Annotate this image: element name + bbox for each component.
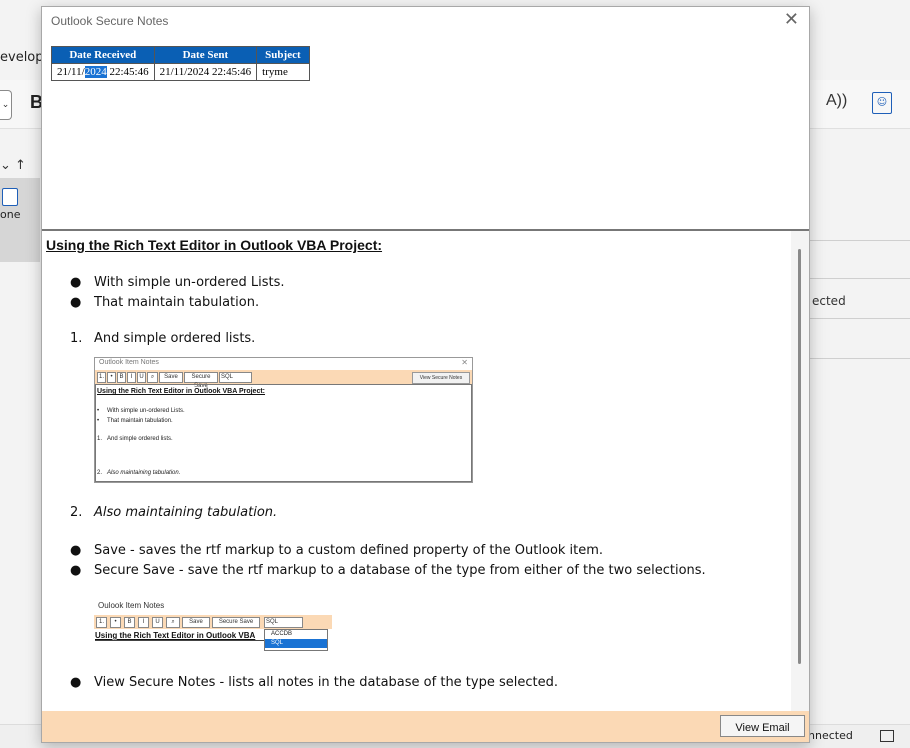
compose-icon: [2, 188, 18, 206]
list-item-text: That maintain tabulation.: [94, 295, 260, 310]
list-item: 2. Also maintaining tabulation.: [46, 503, 786, 523]
list-item: ● That maintain tabulation.: [46, 293, 786, 313]
screenshot-line: 1. And simple ordered lists.: [97, 436, 173, 442]
list-item: ● With simple un-ordered Lists.: [46, 273, 786, 293]
bullet-marker: ●: [70, 563, 82, 578]
view-icon[interactable]: [880, 730, 894, 742]
bullets-icon: •: [110, 617, 121, 628]
db-select: SQL: [264, 617, 303, 628]
bold-icon: B: [117, 372, 126, 383]
column-header-subject[interactable]: Subject: [256, 46, 310, 64]
db-select: SQL: [219, 372, 252, 383]
divider: [810, 240, 910, 241]
list-item-text: View Secure Notes - lists all notes in t…: [94, 675, 558, 690]
cell-date-sent[interactable]: 21/11/2024 22:45:46: [153, 63, 258, 81]
embedded-screenshot-editor: Outlook Item Notes ✕ 1. • B I U ⌕ Save S…: [94, 357, 473, 483]
dropdown-option-selected: SQL: [265, 639, 327, 648]
list-item: ● Secure Save - save the rtf markup to a …: [46, 561, 786, 581]
search-icon: ⌕: [147, 372, 158, 383]
number-marker: 2.: [70, 505, 83, 520]
new-note-pane[interactable]: one: [0, 178, 40, 262]
editor-content: Using the Rich Text Editor in Outlook VB…: [46, 235, 786, 693]
list-item: ected: [812, 294, 846, 308]
number-marker: 1.: [70, 331, 83, 346]
table-row[interactable]: 21/11/2024 22:45:46 21/11/2024 22:45:46 …: [51, 63, 310, 81]
save-label: Save: [159, 372, 183, 383]
screenshot-title: Outlook Item Notes: [99, 359, 159, 366]
date-received-suffix: 22:45:46: [106, 66, 149, 78]
italic-icon: I: [127, 372, 136, 383]
screenshot-heading: Using the Rich Text Editor in Outlook VB…: [97, 388, 266, 395]
italic-icon: I: [138, 617, 149, 628]
dialog-footer: View Email: [42, 711, 809, 742]
status-text: nnected: [808, 729, 853, 742]
list-item-text: And simple ordered lists.: [94, 331, 256, 346]
selected-text: 2024: [84, 66, 107, 78]
bullets-icon: •: [107, 372, 116, 383]
pane-label: one: [0, 208, 21, 221]
rich-text-editor[interactable]: Using the Rich Text Editor in Outlook VB…: [42, 231, 809, 712]
list-item-text: Save - saves the rtf markup to a custom …: [94, 543, 604, 558]
numbering-icon: 1.: [97, 372, 106, 383]
list-item: ● View Secure Notes - lists all notes in …: [46, 673, 786, 693]
view-email-button[interactable]: View Email: [720, 715, 805, 737]
cell-date-received[interactable]: 21/11/2024 22:45:46: [51, 63, 155, 81]
close-icon[interactable]: ✕: [784, 10, 799, 30]
screenshot-toolbar: 1. • B I U ⌕ Save Secure Save SQL: [94, 615, 332, 629]
date-received-prefix: 21/11/: [57, 66, 85, 78]
notes-list-area: Date Received Date Sent Subject 21/11/20…: [42, 35, 809, 231]
numbering-icon: 1.: [96, 617, 107, 628]
bold-icon: B: [124, 617, 135, 628]
column-header-date-sent[interactable]: Date Sent: [153, 46, 258, 64]
screenshot-editor-box: [95, 384, 472, 482]
editor-heading: Using the Rich Text Editor in Outlook VB…: [46, 237, 383, 253]
secure-save-label: Secure Save: [184, 372, 218, 389]
save-label: Save: [182, 617, 210, 628]
divider: [810, 278, 910, 279]
bullet-marker: ●: [70, 295, 82, 310]
bullet-marker: ●: [70, 675, 82, 690]
bullet-marker: ●: [70, 275, 82, 290]
underline-icon: U: [152, 617, 163, 628]
list-item-text: With simple un-ordered Lists.: [94, 275, 285, 290]
underline-icon: U: [137, 372, 146, 383]
scrollbar-thumb[interactable]: [798, 249, 801, 664]
secure-notes-dialog: Outlook Secure Notes ✕ Date Received Dat…: [41, 6, 810, 743]
search-icon: ⌕: [166, 617, 180, 628]
db-dropdown-list: ACCDB SQL: [264, 629, 328, 651]
table-header-row: Date Received Date Sent Subject: [51, 46, 310, 64]
list-item-text: Secure Save - save the rtf markup to a d…: [94, 563, 706, 578]
title-bar: Outlook Secure Notes ✕: [42, 7, 809, 35]
cell-subject[interactable]: tryme: [256, 63, 310, 81]
notes-table: Date Received Date Sent Subject 21/11/20…: [51, 46, 310, 81]
screenshot-line: • That maintain tabulation.: [97, 418, 173, 424]
divider: [810, 358, 910, 359]
chevron-down-icon[interactable]: ⌄: [0, 90, 12, 120]
screenshot-line: • With simple un-ordered Lists.: [97, 408, 185, 414]
close-icon: ✕: [461, 358, 468, 367]
dropdown-option: ACCDB: [271, 631, 293, 637]
screenshot-title: Oulook Item Notes: [98, 601, 165, 610]
screenshot-toolbar: 1. • B I U ⌕ Save Secure Save SQL View S…: [95, 370, 472, 389]
list-item-text: Also maintaining tabulation.: [94, 505, 278, 520]
bullet-marker: ●: [70, 543, 82, 558]
divider: [810, 318, 910, 319]
accessibility-icon[interactable]: ☺: [872, 92, 892, 114]
column-header-date-received[interactable]: Date Received: [51, 46, 155, 64]
list-item: ● Save - saves the rtf markup to a custom…: [46, 541, 786, 561]
secure-save-label: Secure Save: [212, 617, 260, 628]
vertical-scrollbar[interactable]: [791, 231, 809, 711]
dialog-title: Outlook Secure Notes: [51, 14, 169, 28]
view-secure-notes-label: View Secure Notes: [412, 372, 470, 384]
read-aloud-icon[interactable]: A)): [826, 92, 847, 110]
sort-arrows-icon[interactable]: ⌄ ↑: [0, 158, 26, 173]
embedded-screenshot-dropdown: Oulook Item Notes 1. • B I U ⌕ Save Secu…: [94, 595, 332, 655]
screenshot-line: 2. Also maintaining tabulation.: [97, 470, 181, 476]
list-item: 1. And simple ordered lists.: [46, 329, 786, 349]
